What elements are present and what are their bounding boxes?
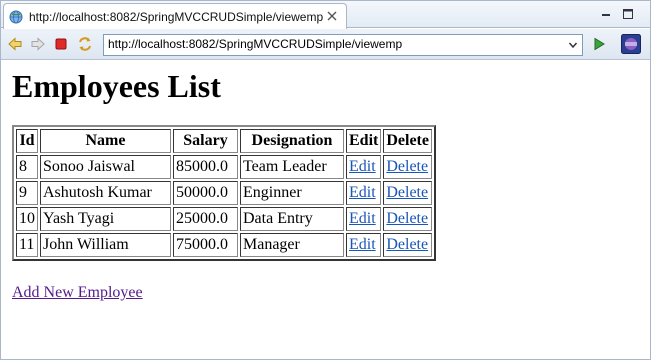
cell-edit: Edit [346, 155, 382, 179]
cell-designation: Manager [240, 233, 344, 257]
cell-name: Yash Tyagi [40, 207, 171, 231]
cell-id: 10 [16, 207, 38, 231]
column-header-name: Name [40, 129, 171, 153]
edit-link[interactable]: Edit [349, 236, 376, 253]
navigation-toolbar: http://localhost:8082/SpringMVCCRUDSimpl… [1, 29, 650, 60]
delete-link[interactable]: Delete [386, 184, 428, 201]
chevron-down-icon[interactable] [566, 38, 580, 52]
cell-id: 8 [16, 155, 38, 179]
table-header-row: Id Name Salary Designation Edit Delete [16, 129, 432, 153]
cell-designation: Enginner [240, 181, 344, 205]
close-icon[interactable] [325, 9, 339, 23]
employees-table: Id Name Salary Designation Edit Delete 8… [12, 125, 436, 261]
cell-edit: Edit [346, 181, 382, 205]
cell-name: Sonoo Jaiswal [40, 155, 171, 179]
refresh-icon[interactable] [77, 36, 93, 52]
column-header-salary: Salary [173, 129, 238, 153]
table-row: 10 Yash Tyagi 25000.0 Data Entry Edit De… [16, 207, 432, 231]
add-new-employee-link[interactable]: Add New Employee [12, 284, 143, 302]
cell-designation: Team Leader [240, 155, 344, 179]
tab-title: http://localhost:8082/SpringMVCCRUDSimpl… [29, 9, 324, 24]
cell-edit: Edit [346, 233, 382, 257]
edit-link[interactable]: Edit [349, 210, 376, 227]
url-bar[interactable]: http://localhost:8082/SpringMVCCRUDSimpl… [103, 34, 583, 56]
column-header-delete: Delete [383, 129, 432, 153]
delete-link[interactable]: Delete [386, 236, 428, 253]
cell-delete: Delete [383, 155, 432, 179]
eclipse-icon[interactable] [621, 34, 641, 54]
cell-name: John William [40, 233, 171, 257]
table-row: 9 Ashutosh Kumar 50000.0 Enginner Edit D… [16, 181, 432, 205]
cell-salary: 25000.0 [173, 207, 238, 231]
cell-edit: Edit [346, 207, 382, 231]
column-header-id: Id [16, 129, 38, 153]
cell-delete: Delete [383, 207, 432, 231]
cell-id: 9 [16, 181, 38, 205]
url-text: http://localhost:8082/SpringMVCCRUDSimpl… [108, 37, 403, 51]
minimize-icon[interactable] [599, 7, 613, 21]
delete-link[interactable]: Delete [386, 158, 428, 175]
table-row: 8 Sonoo Jaiswal 85000.0 Team Leader Edit… [16, 155, 432, 179]
tab-strip: http://localhost:8082/SpringMVCCRUDSimpl… [1, 1, 650, 29]
cell-name: Ashutosh Kumar [40, 181, 171, 205]
stop-icon[interactable] [53, 36, 69, 52]
cell-salary: 85000.0 [173, 155, 238, 179]
page-title: Employees List [12, 68, 221, 104]
go-play-icon[interactable] [591, 36, 607, 52]
cell-id: 11 [16, 233, 38, 257]
globe-icon [9, 10, 23, 24]
cell-designation: Data Entry [240, 207, 344, 231]
cell-salary: 75000.0 [173, 233, 238, 257]
column-header-edit: Edit [346, 129, 382, 153]
cell-delete: Delete [383, 181, 432, 205]
cell-delete: Delete [383, 233, 432, 257]
cell-salary: 50000.0 [173, 181, 238, 205]
table-row: 11 John William 75000.0 Manager Edit Del… [16, 233, 432, 257]
back-arrow-icon[interactable] [7, 36, 23, 52]
maximize-icon[interactable] [621, 7, 635, 21]
edit-link[interactable]: Edit [349, 158, 376, 175]
forward-arrow-icon[interactable] [30, 36, 46, 52]
column-header-designation: Designation [240, 129, 344, 153]
edit-link[interactable]: Edit [349, 184, 376, 201]
delete-link[interactable]: Delete [386, 210, 428, 227]
browser-window: http://localhost:8082/SpringMVCCRUDSimpl… [0, 0, 651, 360]
page-content: Employees List Id Name Salary Designatio… [12, 67, 642, 302]
browser-tab[interactable]: http://localhost:8082/SpringMVCCRUDSimpl… [3, 3, 347, 29]
